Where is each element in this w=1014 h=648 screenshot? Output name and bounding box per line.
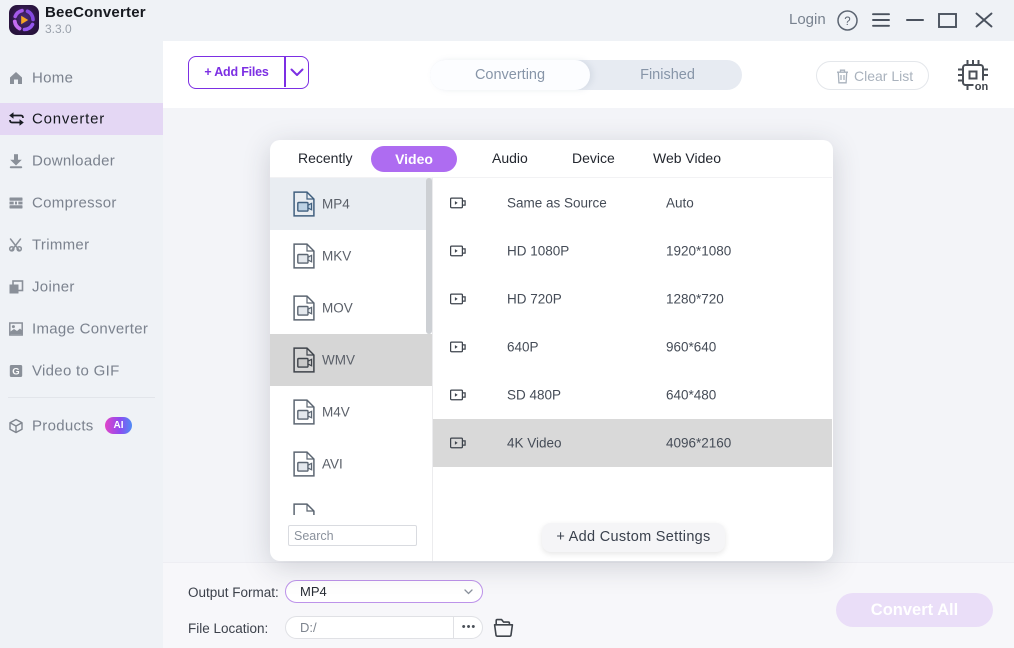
- svg-text:G: G: [12, 367, 19, 378]
- svg-text:on: on: [975, 81, 989, 93]
- svg-text:?: ?: [844, 16, 850, 28]
